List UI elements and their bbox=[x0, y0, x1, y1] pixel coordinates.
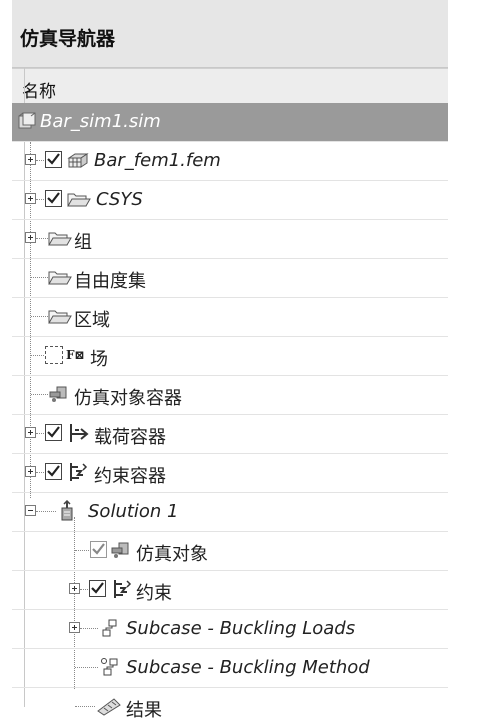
tree-label-constraints: 约束 bbox=[136, 583, 172, 604]
collapse-solution-1-button[interactable] bbox=[25, 505, 36, 516]
tree-label-dof-sets: 自由度集 bbox=[74, 271, 146, 292]
folder-icon bbox=[48, 266, 72, 288]
tree-row-groups[interactable]: 组 bbox=[12, 220, 448, 259]
checkbox-constraints[interactable] bbox=[89, 580, 106, 597]
field-checkbox-icon[interactable] bbox=[45, 346, 63, 364]
subcase-icon bbox=[100, 617, 122, 639]
sim-object-icon bbox=[48, 383, 70, 405]
tree-connector bbox=[75, 667, 98, 668]
tree-connector bbox=[31, 316, 48, 317]
field-icon-text: F⊠ bbox=[66, 348, 85, 362]
load-icon bbox=[67, 422, 89, 444]
tree-label-root: Bar_sim1.sim bbox=[40, 111, 161, 132]
folder-icon bbox=[67, 188, 91, 210]
tree-row-dof-sets[interactable]: 自由度集 bbox=[12, 259, 448, 298]
tree-label-groups: 组 bbox=[74, 232, 92, 253]
tree-connector bbox=[80, 628, 98, 629]
tree-connector bbox=[36, 199, 44, 200]
simulation-navigator-panel: 仿真导航器 名称 Bar_sim1.sim Bar_fem1.fem CSYS bbox=[12, 0, 448, 721]
folder-icon bbox=[48, 305, 72, 327]
tree-label-sim-object: 仿真对象 bbox=[136, 544, 208, 565]
expand-load-container-button[interactable] bbox=[25, 427, 36, 438]
tree-row-constraint-container[interactable]: 约束容器 bbox=[12, 454, 448, 493]
tree-connector bbox=[36, 472, 44, 473]
tree-label-load-container: 载荷容器 bbox=[94, 427, 166, 448]
expand-subcase-loads-button[interactable] bbox=[69, 622, 80, 633]
checkbox-load-container[interactable] bbox=[45, 424, 62, 441]
tree-row-fem[interactable]: Bar_fem1.fem bbox=[12, 142, 448, 181]
tree-connector bbox=[31, 394, 48, 395]
folder-icon bbox=[48, 227, 72, 249]
expand-fem-button[interactable] bbox=[25, 154, 36, 165]
tree-label-solution-1: Solution 1 bbox=[88, 501, 179, 522]
column-header-name[interactable]: 名称 bbox=[12, 68, 448, 104]
fem-mesh-icon bbox=[67, 149, 89, 171]
tree-row-solution-1[interactable]: Solution 1 bbox=[12, 493, 448, 532]
tree-row-root-sim[interactable]: Bar_sim1.sim bbox=[12, 103, 448, 142]
tree-label-csys: CSYS bbox=[96, 189, 143, 210]
checkbox-constraint-container[interactable] bbox=[45, 463, 62, 480]
tree-connector bbox=[75, 550, 89, 551]
tree-connector bbox=[31, 355, 44, 356]
tree-row-load-container[interactable]: 载荷容器 bbox=[12, 415, 448, 454]
tree-row-fields[interactable]: F⊠ 场 bbox=[12, 337, 448, 376]
tree-connector bbox=[36, 433, 44, 434]
tree-connector bbox=[80, 589, 88, 590]
tree-label-fem: Bar_fem1.fem bbox=[94, 150, 221, 171]
expand-constraints-button[interactable] bbox=[69, 583, 80, 594]
panel-title: 仿真导航器 bbox=[20, 28, 116, 50]
subcase-method-icon bbox=[100, 656, 122, 678]
expand-groups-button[interactable] bbox=[25, 232, 36, 243]
tree-label-subcase-buckling-method: Subcase - Buckling Method bbox=[126, 657, 370, 678]
tree-connector bbox=[36, 511, 56, 512]
constraint-icon bbox=[67, 461, 89, 483]
tree-row-csys[interactable]: CSYS bbox=[12, 181, 448, 220]
checkbox-sim-object[interactable] bbox=[90, 541, 107, 558]
tree-row-results[interactable]: 结果 bbox=[12, 688, 448, 726]
tree-label-sim-object-container: 仿真对象容器 bbox=[74, 388, 182, 409]
constraint-icon bbox=[111, 578, 133, 600]
tree-label-results: 结果 bbox=[126, 700, 162, 721]
tree-connector bbox=[36, 160, 44, 161]
results-icon bbox=[96, 695, 121, 717]
tree-row-subcase-buckling-loads[interactable]: Subcase - Buckling Loads bbox=[12, 610, 448, 649]
tree-connector bbox=[36, 238, 48, 239]
tree-row-constraints[interactable]: 约束 bbox=[12, 571, 448, 610]
tree-label-fields: 场 bbox=[90, 349, 108, 370]
tree-row-subcase-buckling-method[interactable]: Subcase - Buckling Method bbox=[12, 649, 448, 688]
checkbox-fem[interactable] bbox=[45, 151, 62, 168]
column-header-label: 名称 bbox=[22, 82, 56, 102]
tree-row-sim-object-container[interactable]: 仿真对象容器 bbox=[12, 376, 448, 415]
solution-icon bbox=[56, 499, 78, 522]
tree-label-regions: 区域 bbox=[74, 310, 110, 331]
expand-constraint-container-button[interactable] bbox=[25, 466, 36, 477]
tree-label-subcase-buckling-loads: Subcase - Buckling Loads bbox=[126, 618, 356, 639]
panel-titlebar: 仿真导航器 bbox=[12, 0, 448, 68]
tree-label-constraint-container: 约束容器 bbox=[94, 466, 166, 487]
tree-row-sim-object[interactable]: 仿真对象 bbox=[12, 532, 448, 571]
sim-object-icon bbox=[110, 539, 132, 561]
checkbox-csys[interactable] bbox=[45, 190, 62, 207]
sim-file-icon bbox=[16, 110, 38, 132]
expand-csys-button[interactable] bbox=[25, 193, 36, 204]
tree-row-regions[interactable]: 区域 bbox=[12, 298, 448, 337]
tree-connector bbox=[31, 277, 48, 278]
